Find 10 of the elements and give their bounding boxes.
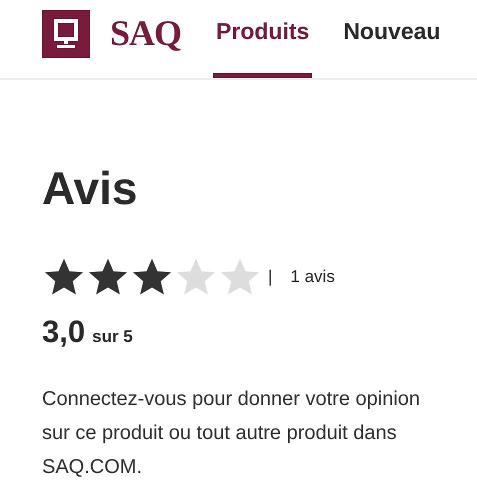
login-message: Connectez-vous pour donner votre opinion sur ce produit ou tout autre produit dans SAQ.COM. (42, 387, 422, 480)
rating-scale: sur 5 (92, 327, 133, 347)
section-title: Avis (42, 161, 138, 216)
logo-text[interactable]: SAQ (110, 12, 182, 54)
review-count: 1 avis (290, 267, 335, 287)
separator: | (268, 267, 272, 287)
rating-score: 3,0 (42, 314, 86, 350)
nav-tab[interactable]: Nouveau (340, 18, 444, 78)
logo-icon (42, 10, 90, 58)
nav-tab[interactable]: Produits (213, 18, 312, 78)
